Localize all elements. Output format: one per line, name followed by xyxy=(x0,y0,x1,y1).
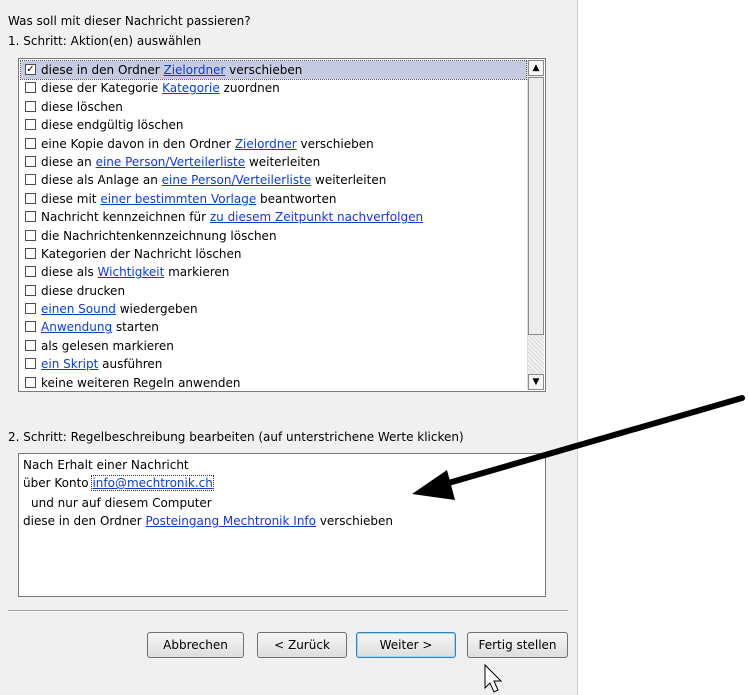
action-text: Nachricht kennzeichnen für xyxy=(41,210,210,225)
action-list-item[interactable]: diese an eine Person/Verteilerliste weit… xyxy=(21,153,526,171)
action-list-item[interactable]: diese endgültig löschen xyxy=(21,116,526,134)
action-value-link[interactable]: eine Person/Verteilerliste xyxy=(96,155,246,169)
action-list-item[interactable]: diese löschen xyxy=(21,98,526,116)
action-checkbox[interactable] xyxy=(25,247,36,259)
action-text: diese mit xyxy=(41,191,101,206)
action-text: diese endgültig löschen xyxy=(41,118,184,133)
action-value-link[interactable]: Kategorie xyxy=(162,81,220,95)
action-checkbox[interactable] xyxy=(25,284,36,296)
action-checkbox[interactable]: ✓ xyxy=(25,64,36,75)
action-list-item[interactable]: als gelesen markieren xyxy=(21,337,526,355)
scroll-down-icon[interactable]: ▼ xyxy=(528,374,544,390)
action-list-item[interactable]: ✓ diese in den Ordner Zielordner verschie… xyxy=(20,59,527,81)
action-text: Kategorien der Nachricht löschen xyxy=(41,246,242,261)
scroll-up-icon[interactable]: ▲ xyxy=(528,60,544,76)
action-list-item[interactable]: diese drucken xyxy=(21,282,526,300)
action-checkbox[interactable] xyxy=(25,82,36,94)
actions-rows: ✓ diese in den Ordner Zielordner verschie… xyxy=(20,59,527,392)
action-list-item[interactable]: diese der Kategorie Kategorie zuordnen xyxy=(21,79,526,97)
rule-wizard-dialog: Was soll mit dieser Nachricht passieren?… xyxy=(0,0,578,695)
action-value-link[interactable]: ein Skript xyxy=(41,357,98,371)
action-text: diese drucken xyxy=(41,283,126,298)
action-checkbox[interactable] xyxy=(25,303,36,315)
action-list-item[interactable]: diese als Wichtigkeit markieren xyxy=(21,263,526,281)
action-list-item[interactable]: einen Sound wiedergeben xyxy=(21,300,526,318)
action-text: diese als Anlage an xyxy=(41,173,162,188)
scroll-thumb[interactable] xyxy=(528,77,544,335)
action-checkbox[interactable] xyxy=(25,339,36,351)
action-text: verschieben xyxy=(296,136,374,151)
action-checkbox[interactable] xyxy=(25,229,36,241)
button-separator xyxy=(8,610,568,612)
action-value-link[interactable]: eine Person/Verteilerliste xyxy=(162,173,312,187)
action-list-item[interactable]: ein Skript ausführen xyxy=(21,355,526,373)
desc-line-2-prefix: über Konto xyxy=(23,476,93,490)
action-value-link[interactable]: Wichtigkeit xyxy=(98,265,165,279)
action-list-item[interactable]: keine weiteren Regeln anwenden xyxy=(21,374,526,392)
actions-list[interactable]: ✓ diese in den Ordner Zielordner verschie… xyxy=(18,58,546,392)
action-list-item[interactable]: Anwendung starten xyxy=(21,318,526,336)
action-checkbox[interactable] xyxy=(25,211,36,223)
action-text: markieren xyxy=(164,265,230,280)
action-value-link[interactable]: Zielordner xyxy=(235,137,297,151)
action-text: wiedergeben xyxy=(115,302,198,317)
action-value-link[interactable]: zu diesem Zeitpunkt nachverfolgen xyxy=(210,210,423,224)
question-label: Was soll mit dieser Nachricht passieren? xyxy=(8,14,251,28)
action-text: zuordnen xyxy=(219,81,280,96)
action-checkbox[interactable] xyxy=(25,100,36,112)
folder-link[interactable]: Posteingang Mechtronik Info xyxy=(145,514,316,528)
action-text: verschieben xyxy=(225,63,303,77)
action-checkbox[interactable] xyxy=(25,119,36,131)
desc-line-2: über Konto info@mechtronik.ch xyxy=(23,475,214,491)
action-checkbox[interactable] xyxy=(25,321,36,333)
desc-line-4: diese in den Ordner Posteingang Mechtron… xyxy=(23,514,393,528)
action-text: weiterleiten xyxy=(245,154,321,169)
rule-description-box: Nach Erhalt einer Nachricht über Konto i… xyxy=(18,453,546,597)
action-list-item[interactable]: diese als Anlage an eine Person/Verteile… xyxy=(21,171,526,189)
action-text: beantworten xyxy=(256,191,337,206)
desc-line-4-suffix: verschieben xyxy=(316,514,394,528)
action-list-item[interactable]: diese mit einer bestimmten Vorlage beant… xyxy=(21,190,526,208)
action-text: starten xyxy=(112,320,159,335)
action-text: die Nachrichtenkennzeichnung löschen xyxy=(41,228,277,243)
cancel-button[interactable]: Abbrechen xyxy=(147,632,244,658)
action-list-item[interactable]: Kategorien der Nachricht löschen xyxy=(21,245,526,263)
desc-line-1: Nach Erhalt einer Nachricht xyxy=(23,458,189,472)
step2-label: 2. Schritt: Regelbeschreibung bearbeiten… xyxy=(8,430,464,444)
action-value-link[interactable]: einer bestimmten Vorlage xyxy=(100,192,256,206)
action-checkbox[interactable] xyxy=(25,266,36,278)
action-text: diese in den Ordner xyxy=(41,63,164,77)
next-button[interactable]: Weiter > xyxy=(356,632,456,658)
action-text: als gelesen markieren xyxy=(41,338,174,353)
desc-line-4-prefix: diese in den Ordner xyxy=(23,514,146,528)
action-checkbox[interactable] xyxy=(25,137,36,149)
action-list-item[interactable]: Nachricht kennzeichnen für zu diesem Zei… xyxy=(21,208,526,226)
action-text: diese an xyxy=(41,154,96,169)
action-text: ausführen xyxy=(98,357,163,372)
action-text: diese als xyxy=(41,265,98,280)
action-checkbox[interactable] xyxy=(25,192,36,204)
action-list-item[interactable]: die Nachrichtenkennzeichnung löschen xyxy=(21,227,526,245)
action-list-item[interactable]: eine Kopie davon in den Ordner Zielordne… xyxy=(21,135,526,153)
scroll-track[interactable] xyxy=(528,336,544,374)
actions-scrollbar[interactable]: ▲ ▼ xyxy=(527,60,544,390)
action-value-link[interactable]: Anwendung xyxy=(41,320,112,334)
step1-label: 1. Schritt: Aktion(en) auswählen xyxy=(8,34,202,48)
action-value-link[interactable]: Zielordner xyxy=(163,63,225,77)
action-checkbox[interactable] xyxy=(25,376,36,388)
finish-button[interactable]: Fertig stellen xyxy=(467,632,568,658)
back-button[interactable]: < Zurück xyxy=(257,632,347,658)
action-text: diese löschen xyxy=(41,99,123,114)
action-checkbox[interactable] xyxy=(25,358,36,370)
action-text: diese der Kategorie xyxy=(41,81,163,96)
action-checkbox[interactable] xyxy=(25,174,36,186)
action-text: eine Kopie davon in den Ordner xyxy=(41,136,235,151)
action-text: weiterleiten xyxy=(311,173,387,188)
account-link[interactable]: info@mechtronik.ch xyxy=(91,475,214,491)
action-checkbox[interactable] xyxy=(25,155,36,167)
action-value-link[interactable]: einen Sound xyxy=(41,302,116,316)
action-text: keine weiteren Regeln anwenden xyxy=(41,375,241,390)
desc-line-3: und nur auf diesem Computer xyxy=(31,496,212,510)
